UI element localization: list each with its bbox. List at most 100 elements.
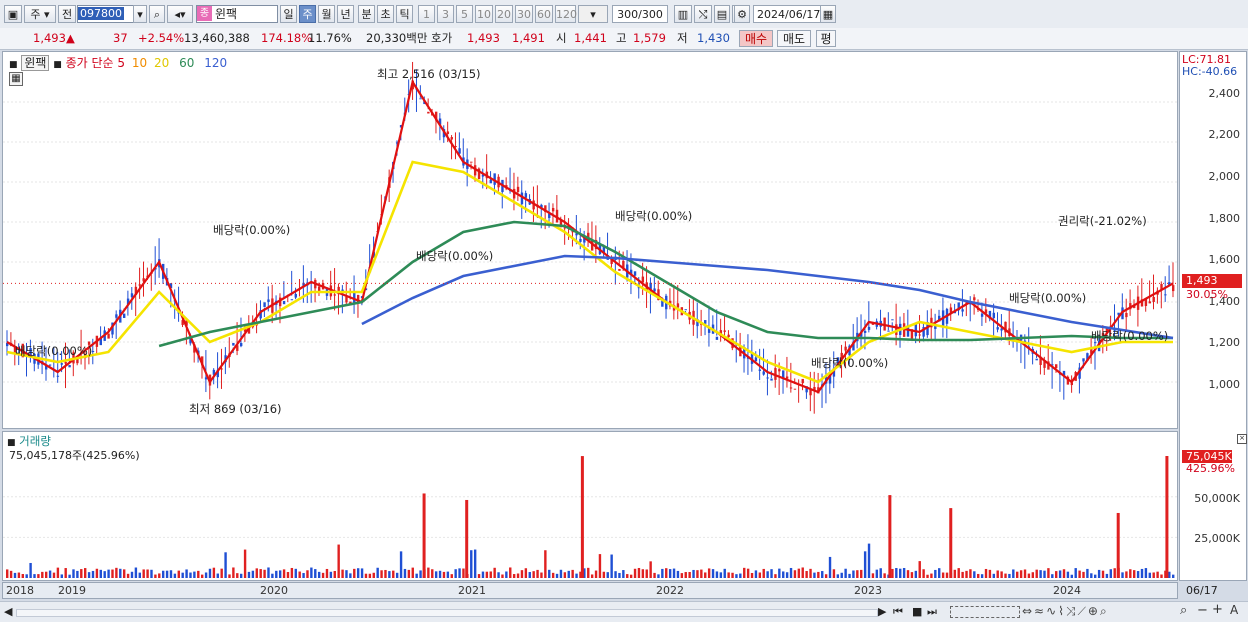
current-price: 1,493 xyxy=(33,31,66,45)
calendar-icon[interactable]: ▦ xyxy=(820,5,836,23)
period-week[interactable]: 주 xyxy=(299,5,316,23)
volume-bar xyxy=(37,574,40,578)
candle-body xyxy=(551,207,555,212)
candle-body xyxy=(263,302,266,307)
volume-bar xyxy=(587,567,590,578)
volume-bar xyxy=(126,573,130,578)
period-day[interactable]: 일 xyxy=(280,5,297,23)
low-label: 저 xyxy=(677,31,688,45)
eval-button[interactable]: 평 xyxy=(816,30,836,47)
volume-bar xyxy=(321,572,325,578)
period-second[interactable]: 초 xyxy=(377,5,394,23)
candle-body xyxy=(138,284,141,286)
font-size-icon[interactable]: A xyxy=(1230,603,1238,617)
scroll-left-icon[interactable]: ◀ xyxy=(4,605,12,618)
volume-bar xyxy=(1097,569,1101,578)
candle-body xyxy=(1152,296,1155,302)
volume-bar xyxy=(1121,572,1124,578)
current-volume-pct: 425.96% xyxy=(1186,462,1235,475)
indicator-icon[interactable]: ⤭ xyxy=(694,5,712,23)
volume-bar xyxy=(863,551,867,578)
interval-10[interactable]: 10 xyxy=(475,5,493,23)
sound-icon[interactable]: ◂▾ xyxy=(167,5,193,23)
zoom-in-icon[interactable]: + xyxy=(1212,602,1223,617)
volume-bar xyxy=(481,571,485,578)
volume-bar xyxy=(103,571,106,578)
rewind-icon[interactable]: ⏮ xyxy=(893,605,903,619)
volume-bar xyxy=(934,569,937,578)
open-label: 시 xyxy=(556,31,567,45)
horizontal-scrollbar[interactable] xyxy=(16,609,878,617)
period-year[interactable]: 년 xyxy=(337,5,354,23)
volume-bar xyxy=(602,571,606,578)
volume-bar xyxy=(1051,574,1054,578)
close-panel-icon[interactable]: × xyxy=(1237,434,1247,444)
volume-bar xyxy=(867,543,871,578)
volume-bar xyxy=(719,572,723,578)
price-legend: ■ 윈팩 ■ 종가 단순 5 10 20 60 120 xyxy=(9,54,227,71)
zoom-slider[interactable] xyxy=(950,606,1020,618)
period-month[interactable]: 월 xyxy=(318,5,335,23)
stop-icon[interactable]: ■ xyxy=(912,605,922,618)
vol-y-tick: 50,000K xyxy=(1194,492,1240,505)
period-tick[interactable]: 틱 xyxy=(396,5,413,23)
candle-type-icon[interactable]: ▥ xyxy=(674,5,692,23)
volume-bar xyxy=(633,568,637,578)
volume-bar xyxy=(1035,569,1038,578)
volume-bar xyxy=(688,572,691,578)
candle-body xyxy=(516,186,520,193)
volume-bar xyxy=(6,569,9,578)
interval-custom-select[interactable]: ▾ xyxy=(578,5,608,23)
interval-5[interactable]: 5 xyxy=(456,5,473,23)
forward-icon[interactable]: ⏭ xyxy=(927,605,937,619)
volume-bar xyxy=(789,567,793,578)
scroll-right-icon[interactable]: ▶ xyxy=(878,605,886,618)
volume-bar xyxy=(434,571,438,578)
volume-bar xyxy=(1133,570,1136,578)
volume-bar xyxy=(310,567,313,578)
sell-button[interactable]: 매도 xyxy=(777,30,811,47)
volume-bar xyxy=(992,573,996,578)
zoom-out-icon[interactable]: − xyxy=(1197,603,1208,618)
settings-icon[interactable]: ⚙ xyxy=(734,5,750,23)
window-menu-icon[interactable]: ▣ xyxy=(4,5,22,23)
interval-20[interactable]: 20 xyxy=(495,5,513,23)
interval-1[interactable]: 1 xyxy=(418,5,435,23)
candle-body xyxy=(48,364,52,366)
search-icon[interactable]: ⌕ xyxy=(149,5,165,23)
interval-120[interactable]: 120 xyxy=(555,5,577,23)
volume-bar xyxy=(450,574,453,578)
legend-ma60: 60 xyxy=(179,56,195,70)
price-chart-panel: ■ 윈팩 ■ 종가 단순 5 10 20 60 120 ▦ 최고 2,516 (… xyxy=(2,51,1178,429)
print-icon[interactable]: ▤ xyxy=(714,5,730,23)
volume-bar xyxy=(563,572,567,578)
volume-bar xyxy=(314,569,317,578)
period-type-select[interactable]: 주 ▾ xyxy=(24,5,56,23)
zoom-icon[interactable]: ⌕ xyxy=(1180,603,1187,618)
data-table-icon[interactable]: ▦ xyxy=(9,72,23,86)
code-dropdown-icon[interactable]: ▾ xyxy=(133,5,147,23)
volume-bar xyxy=(372,572,375,578)
volume-bar xyxy=(524,568,528,578)
volume-bar xyxy=(384,569,387,578)
price-chart-canvas xyxy=(3,61,1177,414)
stock-tab[interactable]: 윈팩 xyxy=(21,55,50,71)
drawing-tools-icon[interactable]: ⇔≈∿⌇⤨⟋⊕⌕ xyxy=(1022,604,1109,619)
interval-30[interactable]: 30 xyxy=(515,5,533,23)
interval-60[interactable]: 60 xyxy=(535,5,553,23)
candle-body xyxy=(727,334,730,338)
volume-bar xyxy=(317,571,321,578)
candle-body xyxy=(290,299,294,301)
volume-bar xyxy=(1062,569,1066,578)
volume-bar xyxy=(965,570,968,578)
volume-ratio: 174.18% xyxy=(261,31,313,45)
interval-3[interactable]: 3 xyxy=(437,5,454,23)
period-minute[interactable]: 분 xyxy=(358,5,375,23)
volume-bar xyxy=(411,567,414,578)
volume-bar xyxy=(836,574,840,578)
date-input[interactable]: 2024/06/17 xyxy=(753,5,821,23)
buy-button[interactable]: 매수 xyxy=(739,30,773,47)
volume-bar xyxy=(941,572,945,578)
count-input[interactable]: 300/300 xyxy=(612,5,668,23)
prev-button[interactable]: 전 xyxy=(58,5,76,23)
